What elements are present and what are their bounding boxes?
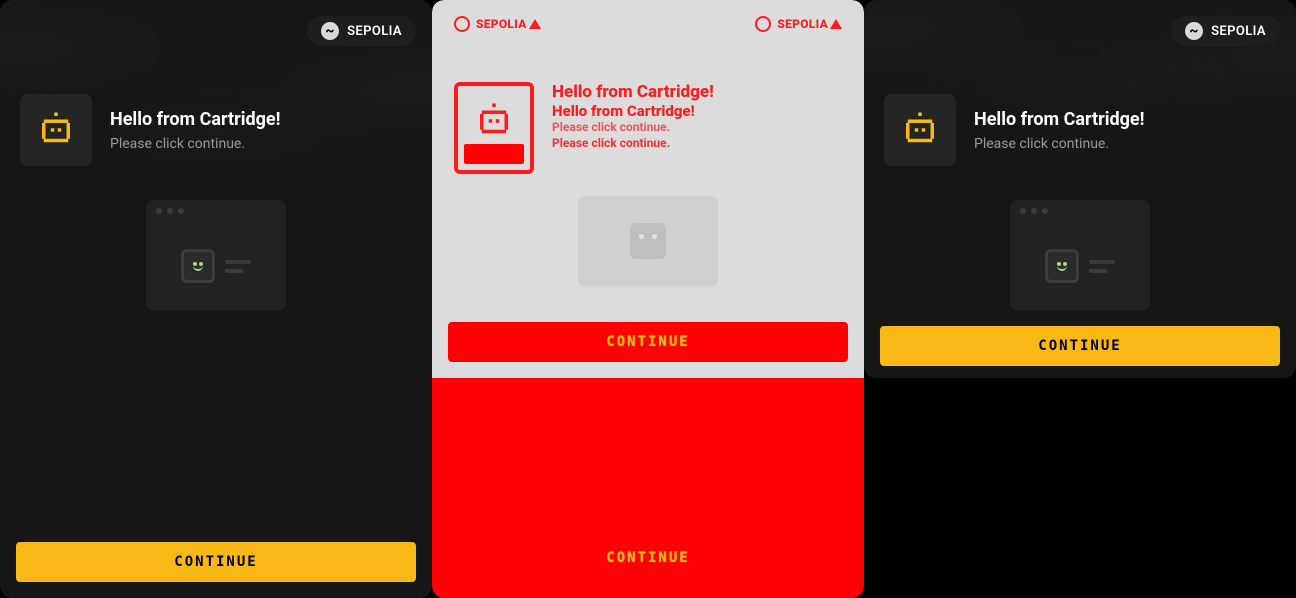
- panel-diff: SEPOLIA SEPOLIA Hello from Cartridge! He…: [432, 0, 864, 598]
- diff-network-label-right: SEPOLIA: [777, 17, 828, 31]
- panel-tall: ~ SEPOLIA Hello from Cartridge! Please c…: [0, 0, 432, 598]
- continue-button[interactable]: CONTINUE: [16, 542, 416, 582]
- diff-cartridge-icon: [454, 82, 534, 174]
- header-subtitle: Please click continue.: [974, 136, 1144, 152]
- network-ring-icon: [454, 16, 470, 32]
- header-subtitle: Please click continue.: [110, 136, 280, 152]
- session-illustration: [146, 200, 286, 310]
- happy-face-icon: [181, 249, 215, 283]
- illustration-body: [146, 222, 286, 310]
- window-dots-icon: [1010, 200, 1150, 222]
- network-icon: ~: [321, 22, 339, 40]
- text-lines-icon: [225, 260, 251, 273]
- happy-face-icon: [1045, 249, 1079, 283]
- network-chip[interactable]: ~ SEPOLIA: [1171, 16, 1280, 46]
- triangle-icon: [529, 19, 541, 29]
- continue-button[interactable]: CONTINUE: [880, 326, 1280, 366]
- diff-sub-1: Please click continue.: [552, 120, 714, 134]
- network-chip[interactable]: ~ SEPOLIA: [307, 16, 416, 46]
- cartridge-icon: [20, 94, 92, 166]
- cartridge-icon: [884, 94, 956, 166]
- diff-continue-button-bottom[interactable]: CONTINUE: [448, 538, 848, 578]
- diff-title-1: Hello from Cartridge!: [552, 82, 714, 102]
- network-icon: ~: [1185, 22, 1203, 40]
- window-dots-icon: [146, 200, 286, 222]
- header-row: Hello from Cartridge! Please click conti…: [884, 94, 1276, 166]
- cartridge-icon-svg: [473, 100, 515, 142]
- diff-network-label-left: SEPOLIA: [476, 17, 527, 31]
- header-text: Hello from Cartridge! Please click conti…: [974, 109, 1144, 152]
- header-title: Hello from Cartridge!: [110, 109, 280, 130]
- cartridge-icon-svg: [35, 109, 77, 151]
- panel-short-inner: ~ SEPOLIA Hello from Cartridge! Please c…: [864, 0, 1296, 378]
- diff-sub-2: Please click continue.: [552, 136, 714, 150]
- text-lines-icon: [1089, 260, 1115, 273]
- cartridge-icon-svg: [899, 109, 941, 151]
- header-text: Hello from Cartridge! Please click conti…: [110, 109, 280, 152]
- diff-header-row: Hello from Cartridge! Hello from Cartrid…: [454, 82, 842, 174]
- network-label: SEPOLIA: [347, 24, 402, 39]
- decorative-wave: [864, 0, 1296, 378]
- diff-illustration: [578, 196, 718, 286]
- diff-network-chip-right: SEPOLIA: [755, 16, 842, 32]
- illustration-body: [1010, 222, 1150, 310]
- network-label: SEPOLIA: [1211, 24, 1266, 39]
- diff-title-2: Hello from Cartridge!: [552, 102, 714, 120]
- diff-top: SEPOLIA SEPOLIA Hello from Cartridge! He…: [432, 0, 864, 378]
- header-title: Hello from Cartridge!: [974, 109, 1144, 130]
- diff-network-chip-left: SEPOLIA: [454, 16, 541, 32]
- network-ring-icon: [755, 16, 771, 32]
- triangle-icon: [830, 19, 842, 29]
- diff-header-text: Hello from Cartridge! Hello from Cartrid…: [552, 82, 714, 150]
- face-ghost-icon: [630, 223, 666, 259]
- panel-short: ~ SEPOLIA Hello from Cartridge! Please c…: [864, 0, 1296, 598]
- diff-continue-button-top[interactable]: CONTINUE: [448, 322, 848, 362]
- header-row: Hello from Cartridge! Please click conti…: [20, 94, 412, 166]
- diff-bottom: CONTINUE: [432, 378, 864, 598]
- session-illustration: [1010, 200, 1150, 310]
